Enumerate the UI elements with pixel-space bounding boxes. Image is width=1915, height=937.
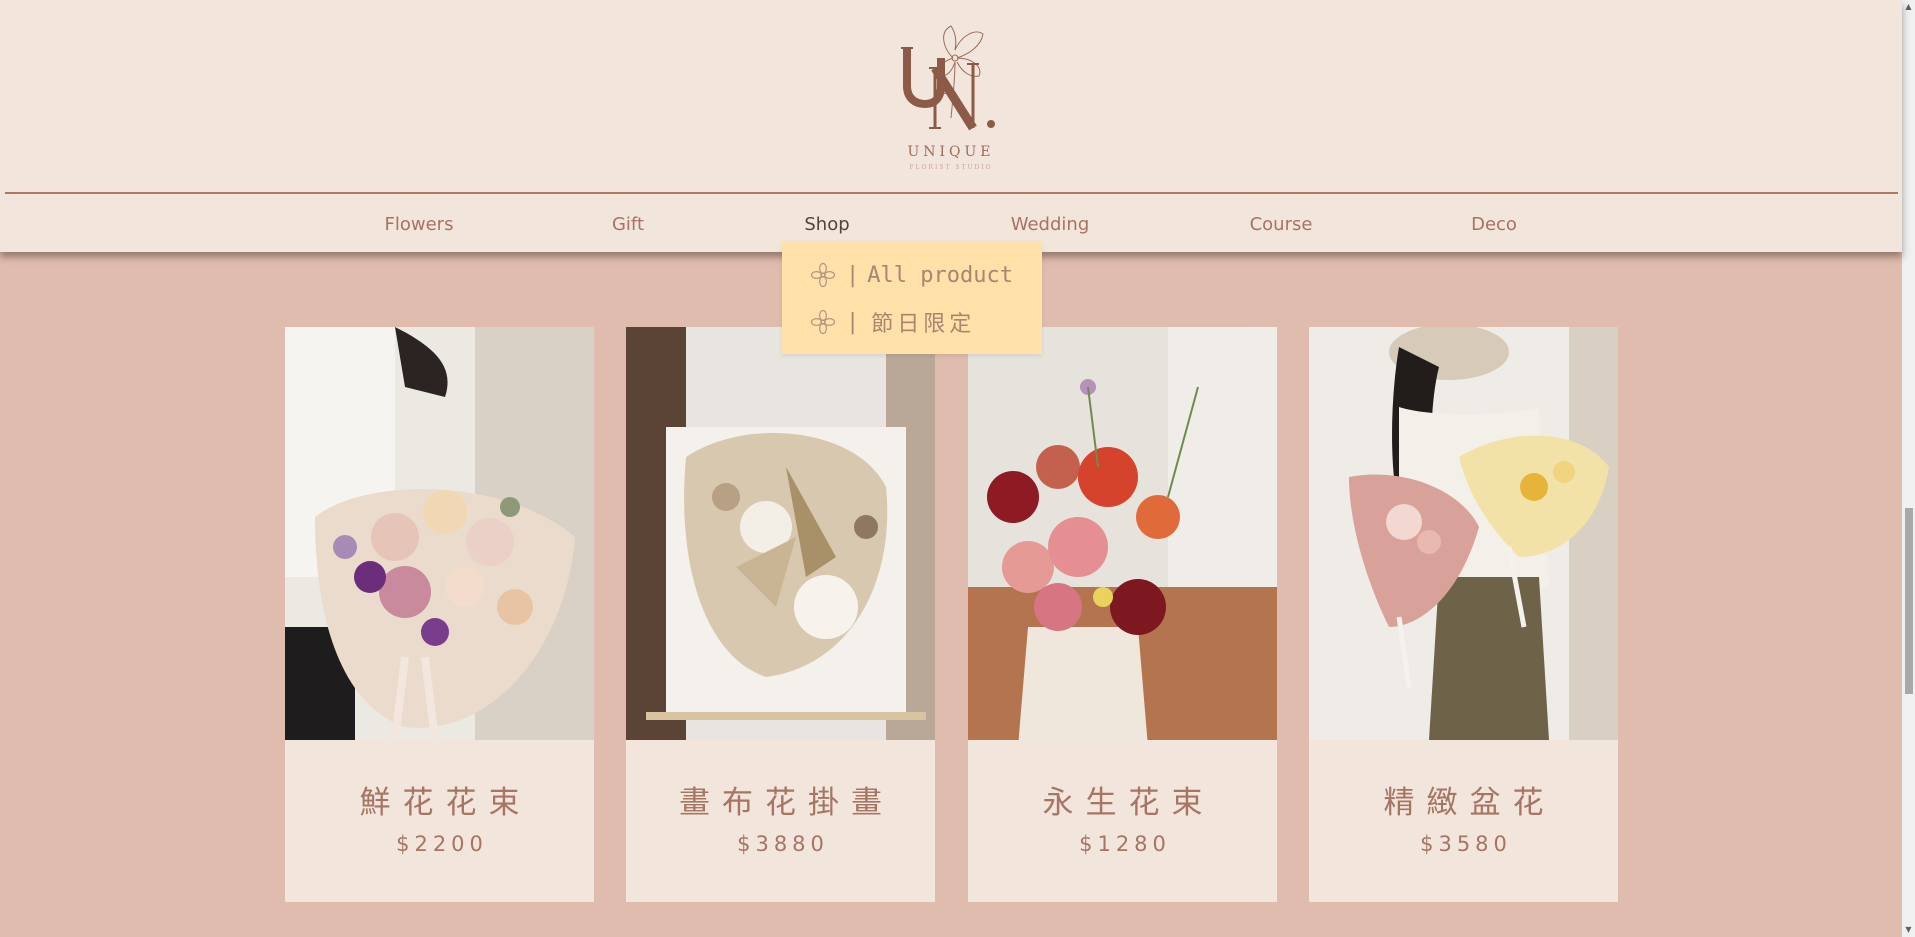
nav-item-course[interactable]: Course: [1250, 214, 1313, 235]
brand-logo[interactable]: UNIQUE FLORIST STUDIO: [895, 18, 1007, 178]
site-header: UNIQUE FLORIST STUDIO Flowers Gift Shop …: [0, 0, 1902, 252]
product-card[interactable]: 鮮花花束 $2200: [285, 327, 594, 902]
product-card[interactable]: 畫布花掛畫 $3880: [626, 327, 935, 902]
brand-title: UNIQUE: [907, 144, 995, 160]
product-card[interactable]: 精緻盆花 $3580: [1309, 327, 1618, 902]
scrollbar-thumb[interactable]: [1905, 508, 1913, 694]
product-price: $2200: [396, 832, 488, 856]
vertical-scrollbar[interactable]: ▲ ▼: [1902, 0, 1915, 937]
product-price: $1280: [1079, 832, 1171, 856]
nav-item-flowers[interactable]: Flowers: [385, 214, 454, 235]
product-name[interactable]: 永生花束: [968, 777, 1277, 822]
menu-separator: |: [846, 309, 864, 335]
logo-mark-icon: [901, 25, 995, 131]
menu-item-label: All product: [867, 262, 1013, 288]
menu-item-holiday-limited[interactable]: | 節日限定: [810, 304, 975, 340]
flower-outline-icon: [810, 309, 836, 335]
product-name[interactable]: 鮮花花束: [285, 777, 594, 822]
product-price: $3880: [737, 832, 829, 856]
product-card[interactable]: 永生花束 $1280: [968, 327, 1277, 902]
product-name[interactable]: 畫布花掛畫: [626, 777, 935, 822]
nav-item-shop[interactable]: Shop: [804, 214, 849, 235]
menu-separator: |: [846, 262, 860, 288]
menu-item-label: 節日限定: [871, 312, 976, 337]
product-price: $3580: [1420, 832, 1512, 856]
nav-item-gift[interactable]: Gift: [612, 214, 644, 235]
scroll-up-arrow-icon[interactable]: ▲: [1902, 0, 1915, 14]
menu-item-all-product[interactable]: | All product: [810, 257, 1013, 293]
scroll-down-arrow-icon[interactable]: ▼: [1902, 923, 1915, 937]
shop-dropdown-menu: | All product | 節日限定: [782, 241, 1042, 354]
brand-subtitle: FLORIST STUDIO: [909, 164, 993, 171]
nav-item-wedding[interactable]: Wedding: [1011, 214, 1090, 235]
canvas-floral-art-photo[interactable]: [626, 327, 935, 740]
product-name[interactable]: 精緻盆花: [1309, 777, 1618, 822]
fresh-bouquet-photo[interactable]: [285, 327, 594, 740]
potted-arrangement-photo[interactable]: [1309, 327, 1618, 740]
flower-outline-icon: [810, 262, 836, 288]
nav-item-deco[interactable]: Deco: [1471, 214, 1517, 235]
page: UNIQUE FLORIST STUDIO Flowers Gift Shop …: [0, 0, 1902, 937]
preserved-bouquet-photo[interactable]: [968, 327, 1277, 740]
